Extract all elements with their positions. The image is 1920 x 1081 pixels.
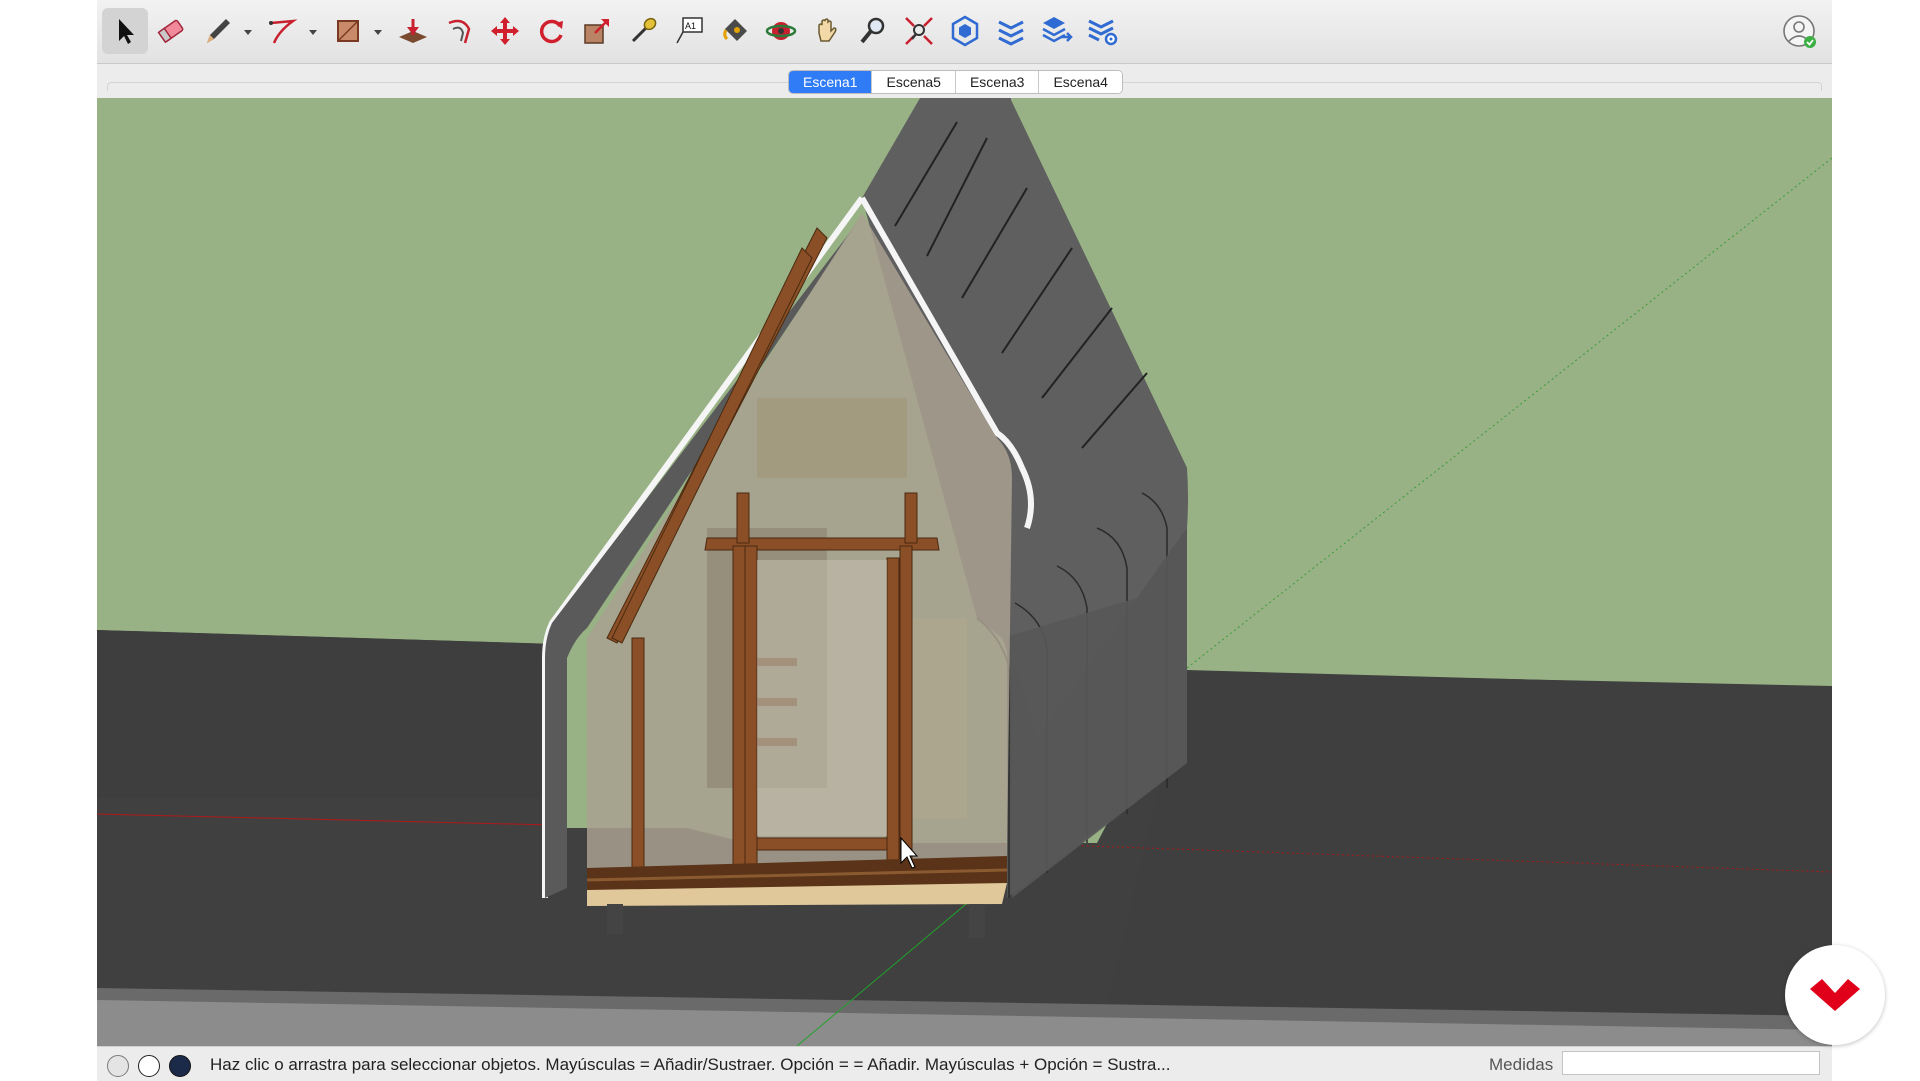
arrow-cursor-icon bbox=[119, 19, 134, 44]
scene-tabs-bar: Escena1 Escena5 Escena3 Escena4 bbox=[97, 64, 1832, 98]
text-tool-button[interactable]: A1 bbox=[666, 8, 712, 54]
user-account-button[interactable] bbox=[1782, 14, 1818, 50]
hand-icon bbox=[818, 18, 837, 42]
cabin-model-render bbox=[97, 98, 1832, 1046]
shape-tool-button[interactable] bbox=[325, 8, 371, 54]
measurements-label: Medidas bbox=[1489, 1055, 1554, 1074]
orbit-icon bbox=[765, 22, 797, 40]
zoom-extents-icon bbox=[905, 17, 933, 45]
text-label-icon: A1 bbox=[676, 17, 703, 44]
rotate-tool-button[interactable] bbox=[528, 8, 574, 54]
send-to-layout-icon bbox=[1042, 17, 1073, 43]
offset-tool-button[interactable] bbox=[436, 8, 482, 54]
scene-tabs: Escena1 Escena5 Escena3 Escena4 bbox=[788, 70, 1123, 94]
zoom-tool-button[interactable] bbox=[850, 8, 896, 54]
pencil-icon bbox=[207, 19, 230, 43]
rectangle-icon bbox=[337, 20, 359, 42]
offset-icon bbox=[448, 19, 471, 44]
arc-icon bbox=[269, 19, 298, 44]
chevron-down-icon[interactable] bbox=[309, 30, 317, 35]
select-tool-button[interactable] bbox=[102, 8, 148, 54]
chevron-down-icon[interactable] bbox=[244, 30, 252, 35]
scale-tool-button[interactable] bbox=[574, 8, 620, 54]
status-hint-text: Haz clic o arrastra para seleccionar obj… bbox=[210, 1055, 1171, 1074]
main-toolbar: A1 bbox=[97, 0, 1832, 64]
tab-escena5[interactable]: Escena5 bbox=[872, 71, 956, 93]
geolocation-icon[interactable] bbox=[107, 1055, 129, 1077]
extension-manager-icon bbox=[1088, 19, 1118, 46]
3d-warehouse-icon bbox=[951, 15, 979, 47]
brand-logo-icon bbox=[1810, 979, 1860, 1011]
instructor-help-icon[interactable] bbox=[169, 1055, 191, 1077]
rotate-icon bbox=[539, 19, 563, 44]
eraser-tool-button[interactable] bbox=[148, 8, 194, 54]
model-viewport[interactable] bbox=[97, 98, 1832, 1046]
orbit-tool-button[interactable] bbox=[758, 8, 804, 54]
credits-icon[interactable] bbox=[138, 1055, 160, 1077]
measurements-input[interactable] bbox=[1562, 1051, 1820, 1075]
move-tool-button[interactable] bbox=[482, 8, 528, 54]
tape-measure-tool-button[interactable] bbox=[620, 8, 666, 54]
sketchup-window: A1 Escena1 Escena5 Escena3 Escena4 Haz c… bbox=[97, 0, 1832, 1081]
arc-tool-button[interactable] bbox=[260, 8, 306, 54]
paint-bucket-icon bbox=[723, 19, 747, 41]
tab-escena3[interactable]: Escena3 bbox=[955, 71, 1040, 93]
status-bar: Haz clic o arrastra para seleccionar obj… bbox=[97, 1046, 1832, 1081]
chevron-down-icon[interactable] bbox=[374, 30, 382, 35]
svg-text:A1: A1 bbox=[685, 21, 696, 31]
magnifier-icon bbox=[860, 17, 885, 44]
zoom-extents-tool-button[interactable] bbox=[896, 8, 942, 54]
push-pull-icon bbox=[399, 19, 427, 43]
scale-icon bbox=[584, 19, 609, 44]
move-arrows-icon bbox=[491, 17, 519, 45]
line-tool-button[interactable] bbox=[195, 8, 241, 54]
warehouse-tool-button[interactable] bbox=[942, 8, 988, 54]
tape-measure-icon bbox=[631, 17, 657, 43]
layout-send-tool-button[interactable] bbox=[1034, 8, 1080, 54]
tab-escena4[interactable]: Escena4 bbox=[1039, 71, 1122, 93]
brand-logo bbox=[1785, 945, 1885, 1045]
paint-bucket-tool-button[interactable] bbox=[712, 8, 758, 54]
user-account-icon bbox=[1783, 15, 1816, 48]
extension-manager-tool-button[interactable] bbox=[1080, 8, 1126, 54]
extension-warehouse-icon bbox=[998, 20, 1024, 46]
tab-escena1[interactable]: Escena1 bbox=[789, 71, 873, 93]
eraser-icon bbox=[157, 19, 184, 44]
extension-warehouse-tool-button[interactable] bbox=[988, 8, 1034, 54]
pan-tool-button[interactable] bbox=[804, 8, 850, 54]
push-pull-tool-button[interactable] bbox=[390, 8, 436, 54]
